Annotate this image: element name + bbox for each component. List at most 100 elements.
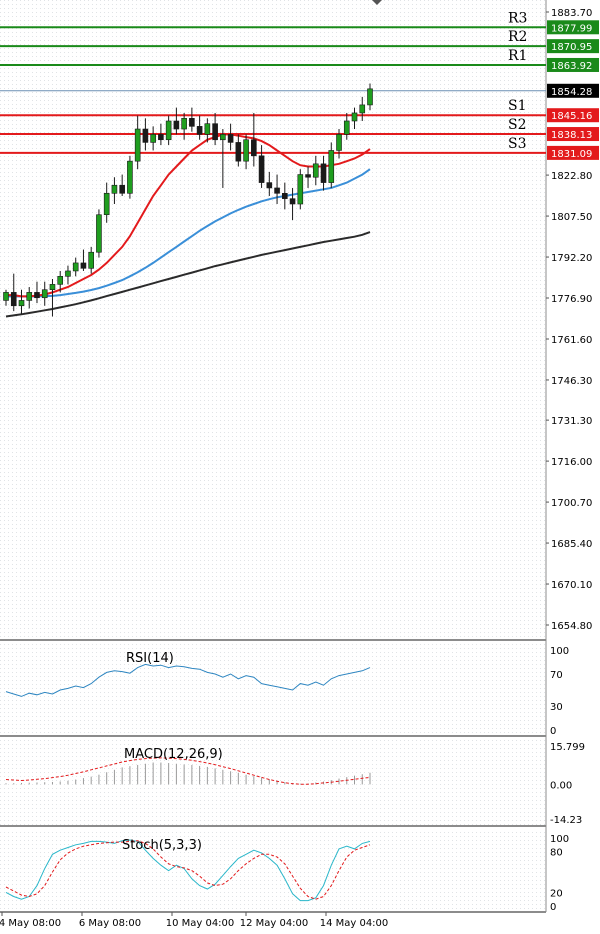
candle-body: [336, 134, 342, 151]
level-price-label: 1831.09: [551, 149, 592, 160]
price-tick-label: 1716.00: [551, 457, 592, 468]
candle-body: [258, 155, 265, 183]
candle-body: [328, 150, 335, 183]
stoch-title: Stoch(5,3,3): [122, 838, 202, 853]
candle-body: [189, 118, 195, 127]
candle-body: [297, 174, 304, 205]
price-axis: 1883.70 1807.50 1792.20 1776.90 1761.60 1746.…: [546, 8, 592, 632]
rsi-tick-label: 100: [550, 646, 569, 657]
candle-body: [312, 163, 319, 178]
time-tick-label: 4 May 08:00: [0, 918, 61, 929]
candle-body: [359, 104, 366, 114]
panel-background: [0, 829, 546, 912]
candle-body: [289, 198, 296, 205]
candle-body: [220, 134, 226, 141]
candle-body: [111, 184, 118, 194]
price-tick-label: 1700.70: [551, 498, 592, 509]
panel-background: [0, 739, 546, 826]
candle-body: [119, 184, 125, 194]
candle-body: [173, 120, 180, 130]
candle-body: [10, 292, 17, 307]
price-tick-label: 1685.40: [551, 539, 592, 550]
level-name-r3: R3: [508, 10, 527, 26]
level-price-label: 1838.13: [551, 130, 592, 141]
candle-body: [134, 128, 141, 162]
candle-body: [3, 292, 9, 301]
price-tick-label: 1807.50: [551, 212, 592, 223]
level-name-s1: S1: [508, 98, 527, 114]
price-tick-label: 1654.80: [551, 621, 592, 632]
macd-tick-label: 0.00: [550, 780, 572, 791]
stoch-tick-label: 20: [550, 888, 563, 899]
candle-body: [88, 251, 94, 269]
candle-body: [243, 139, 249, 162]
candle-body: [65, 270, 71, 277]
price-tick-label: 1746.30: [551, 376, 592, 387]
candle-body: [26, 292, 33, 301]
price-tick-label: 1731.30: [551, 416, 592, 427]
candle-body: [235, 142, 242, 162]
candle-body: [305, 174, 311, 178]
level-price-label: 1877.99: [551, 23, 592, 34]
level-name-r2: R2: [508, 29, 527, 45]
rsi-tick-label: 70: [550, 670, 563, 681]
candle-body: [282, 193, 288, 199]
level-price-label: 1863.92: [551, 61, 592, 72]
candle-body: [127, 160, 133, 194]
candle-body: [158, 134, 164, 141]
chart-grid: [0, 0, 547, 913]
candle-body: [227, 134, 234, 143]
stoch-tick-label: 100: [550, 834, 569, 845]
candle-body: [49, 284, 56, 291]
panel-background: [0, 642, 546, 736]
candle-body: [212, 123, 218, 141]
candle-body: [18, 300, 25, 307]
candle-body: [165, 120, 172, 141]
candle-body: [266, 182, 273, 189]
candle-body: [181, 118, 187, 130]
candle-body: [150, 134, 156, 143]
candle-body: [57, 276, 64, 285]
price-tick-label: 1822.80: [551, 171, 592, 182]
macd-tick-label: -14.23: [550, 815, 582, 826]
level-name-s2: S2: [508, 117, 527, 133]
time-tick-label: 12 May 04:00: [240, 918, 309, 929]
candle-body: [80, 262, 87, 269]
candle-body: [351, 112, 358, 122]
rsi-tick-label: 0: [550, 726, 556, 737]
candle-body: [251, 139, 257, 157]
price-tick-label: 1670.10: [551, 580, 592, 591]
price-tick-label: 1776.90: [551, 294, 592, 305]
time-tick-label: 6 May 08:00: [79, 918, 141, 929]
candle-body: [142, 128, 149, 143]
level-name-r1: R1: [508, 48, 527, 64]
stoch-tick-label: 80: [550, 848, 563, 859]
candle-body: [320, 163, 327, 183]
candle-body: [196, 126, 203, 135]
level-price-label: 1845.16: [551, 111, 592, 122]
level-price-label: 1870.95: [551, 42, 592, 53]
rsi-tick-label: 30: [550, 702, 563, 713]
rsi-title: RSI(14): [126, 651, 174, 666]
price-tick-label: 1761.60: [551, 335, 592, 346]
candle-body: [367, 88, 373, 106]
candle-body: [96, 214, 102, 253]
candle-body: [343, 120, 350, 135]
time-axis: 4 May 08:00 6 May 08:00 10 May 04:00 12 May…: [0, 912, 388, 929]
candle-body: [72, 262, 79, 272]
macd-title: MACD(12,26,9): [124, 747, 223, 762]
panel-background: [0, 0, 546, 640]
time-tick-label: 10 May 04:00: [166, 918, 235, 929]
price-chart[interactable]: R3 1877.99 R2 1870.95 R1 1863.92 S1 1845.16 S2 18…: [0, 0, 600, 934]
candle-body: [204, 123, 211, 135]
level-name-s3: S3: [508, 136, 527, 152]
time-tick-label: 14 May 04:00: [320, 918, 389, 929]
price-tick-label: 1883.70: [551, 8, 592, 19]
candle-body: [41, 289, 48, 299]
candle-body: [103, 193, 110, 216]
candle-body: [274, 187, 280, 194]
stoch-tick-label: 0: [550, 902, 556, 913]
macd-tick-label: 15.799: [550, 742, 585, 753]
candle-body: [34, 292, 40, 299]
price-tick-label: 1792.20: [551, 253, 592, 264]
